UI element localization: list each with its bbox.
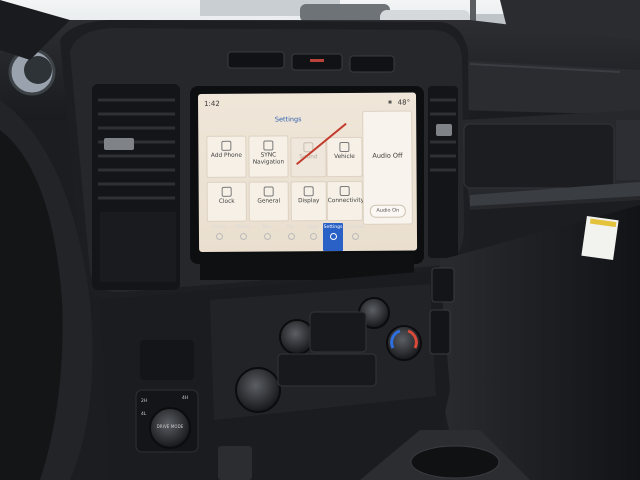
- nav-fav[interactable]: Fav: [281, 223, 301, 251]
- nav-features[interactable]: Features: [345, 223, 365, 251]
- drive-mode-label: DRIVE MODE: [156, 424, 184, 429]
- drive-position-4l: 4L: [141, 412, 147, 417]
- phone-plus-icon: [221, 140, 232, 151]
- left-air-vent[interactable]: [92, 84, 180, 290]
- tile-vehicle[interactable]: Vehicle: [326, 136, 363, 178]
- signal-icon: ▪: [387, 98, 393, 106]
- nav-audio[interactable]: Audio: [209, 223, 229, 251]
- audio-panel[interactable]: Audio Off Audio On: [362, 110, 413, 225]
- bottom-navigation-bar: Audio Phone Nav Fav Apps Settings Featur…: [205, 223, 413, 251]
- nav-nav[interactable]: Nav: [257, 223, 277, 251]
- clock-readout: 1:42: [204, 99, 220, 108]
- features-icon: [351, 233, 359, 240]
- audio-status: Audio Off: [372, 151, 403, 160]
- music-note-icon: [215, 233, 223, 240]
- status-bar: 1:42 ▪ 48°: [198, 92, 416, 110]
- tile-general[interactable]: General: [248, 181, 289, 222]
- page-title: Settings: [274, 115, 302, 124]
- navigation-arrow-icon: [263, 233, 271, 240]
- nav-apps[interactable]: Apps: [303, 223, 323, 251]
- gear-icon: [329, 233, 337, 240]
- nav-phone[interactable]: Phone: [233, 223, 253, 251]
- outside-temperature: 48°: [397, 98, 411, 107]
- drive-position-2h: 2H: [141, 399, 148, 404]
- audio-on-button[interactable]: Audio On: [369, 204, 406, 218]
- tile-add-phone[interactable]: Add Phone: [206, 135, 247, 178]
- clock-icon: [221, 186, 232, 197]
- tile-connectivity[interactable]: Connectivity: [326, 180, 364, 222]
- right-air-vent[interactable]: [428, 86, 458, 258]
- apps-grid-icon: [309, 233, 317, 240]
- vehicle-icon: [339, 141, 350, 153]
- nav-settings[interactable]: Settings: [323, 223, 343, 251]
- tile-sync-navigation[interactable]: SYNC Navigation: [248, 135, 289, 178]
- star-icon: [287, 233, 295, 240]
- navigation-icon: [263, 140, 274, 151]
- phone-icon: [239, 233, 247, 240]
- connectivity-icon: [339, 185, 350, 197]
- display-icon: [303, 186, 314, 197]
- tile-clock[interactable]: Clock: [206, 181, 247, 222]
- gear-icon: [263, 186, 274, 197]
- drive-position-4h: 4H: [182, 396, 189, 401]
- tile-display[interactable]: Display: [290, 181, 327, 222]
